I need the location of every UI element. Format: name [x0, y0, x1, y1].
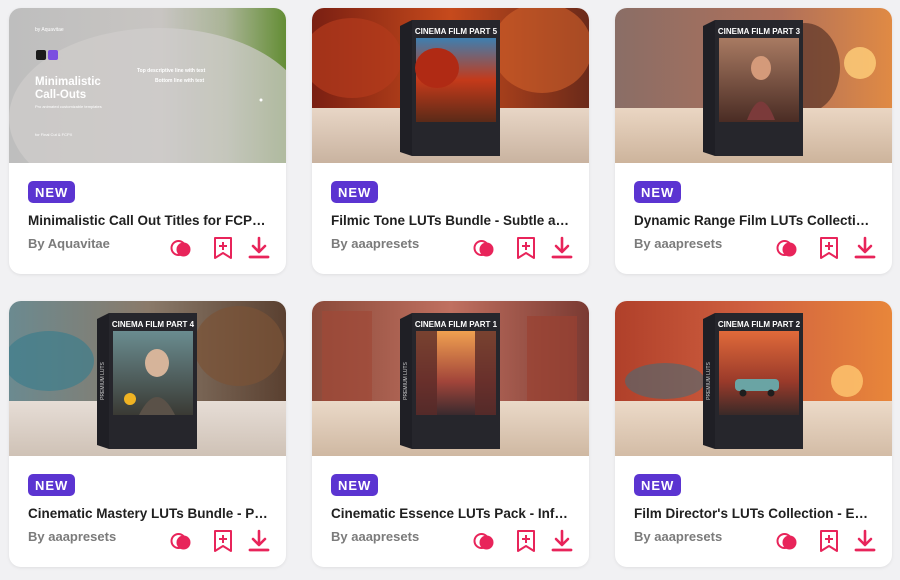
- product-card[interactable]: CINEMA FILM PART 2 PREMIUM LUTS NEW Film…: [615, 301, 892, 567]
- bookmark-add-icon[interactable]: [210, 235, 236, 261]
- product-thumbnail[interactable]: CINEMA FILM PART 1 PREMIUM LUTS: [312, 301, 589, 456]
- box-title: CINEMA FILM PART 3: [718, 27, 801, 36]
- download-icon[interactable]: [852, 528, 878, 554]
- box-title: CINEMA FILM PART 2: [718, 320, 801, 329]
- box-spine-text: PREMIUM LUTS: [403, 361, 409, 399]
- product-card[interactable]: CINEMA FILM PART 4 PREMIUM LUTS NEW Cine…: [9, 301, 286, 567]
- thumb-subtitle: Pro animated customizable templates: [35, 104, 102, 109]
- new-badge: NEW: [28, 474, 76, 496]
- thumb-heading-2: Call-Outs: [35, 89, 86, 101]
- box-title: CINEMA FILM PART 5: [415, 27, 498, 36]
- new-badge: NEW: [331, 474, 379, 496]
- compare-icon[interactable]: [774, 528, 800, 554]
- thumb-footer: for Final Cut & FCPX: [35, 132, 73, 137]
- download-icon[interactable]: [549, 235, 575, 261]
- product-title[interactable]: Film Director's LUTs Collection - Ess...: [634, 506, 874, 521]
- download-icon[interactable]: [246, 528, 272, 554]
- thumb-corner-text: by Aquavitae: [35, 27, 64, 33]
- product-author[interactable]: By aaapresets: [28, 529, 116, 544]
- compare-icon[interactable]: [471, 528, 497, 554]
- product-author[interactable]: By aaapresets: [331, 529, 419, 544]
- download-icon[interactable]: [549, 528, 575, 554]
- product-thumbnail[interactable]: by Aquavitae Minimalistic Call-Outs Pro …: [9, 8, 286, 163]
- thumb-line-1: Top descriptive line with text: [137, 68, 206, 74]
- compare-icon[interactable]: [774, 235, 800, 261]
- product-author[interactable]: By aaapresets: [634, 236, 722, 251]
- product-title[interactable]: Cinematic Essence LUTs Pack - Infus...: [331, 506, 571, 521]
- thumb-heading-1: Minimalistic: [35, 76, 101, 88]
- product-title[interactable]: Dynamic Range Film LUTs Collectio...: [634, 213, 874, 228]
- product-thumbnail[interactable]: CINEMA FILM PART 4 PREMIUM LUTS: [9, 301, 286, 456]
- thumb-line-2: Bottom line with text: [155, 78, 205, 84]
- new-badge: NEW: [634, 181, 682, 203]
- box-title: CINEMA FILM PART 4: [112, 320, 195, 329]
- product-card[interactable]: CINEMA FILM PART 1 PREMIUM LUTS NEW Cine…: [312, 301, 589, 567]
- download-icon[interactable]: [246, 235, 272, 261]
- product-author[interactable]: By Aquavitae: [28, 236, 110, 251]
- bookmark-add-icon[interactable]: [816, 235, 842, 261]
- bookmark-add-icon[interactable]: [210, 528, 236, 554]
- download-icon[interactable]: [852, 235, 878, 261]
- box-title: CINEMA FILM PART 1: [415, 320, 498, 329]
- product-card[interactable]: CINEMA FILM PART 5 NEW Filmic Tone LUTs …: [312, 8, 589, 274]
- new-badge: NEW: [331, 181, 379, 203]
- product-author[interactable]: By aaapresets: [634, 529, 722, 544]
- compare-icon[interactable]: [471, 235, 497, 261]
- product-card[interactable]: CINEMA FILM PART 3 NEW Dynamic Range Fil…: [615, 8, 892, 274]
- product-title[interactable]: Filmic Tone LUTs Bundle - Subtle an...: [331, 213, 571, 228]
- product-author[interactable]: By aaapresets: [331, 236, 419, 251]
- product-title[interactable]: Cinematic Mastery LUTs Bundle - Pr...: [28, 506, 268, 521]
- box-spine-text: PREMIUM LUTS: [100, 361, 106, 399]
- bookmark-add-icon[interactable]: [816, 528, 842, 554]
- product-grid: by Aquavitae Minimalistic Call-Outs Pro …: [0, 0, 900, 580]
- bookmark-add-icon[interactable]: [513, 235, 539, 261]
- compare-icon[interactable]: [168, 528, 194, 554]
- product-thumbnail[interactable]: CINEMA FILM PART 2 PREMIUM LUTS: [615, 301, 892, 456]
- new-badge: NEW: [634, 474, 682, 496]
- product-title[interactable]: Minimalistic Call Out Titles for FCPX...: [28, 213, 268, 228]
- product-thumbnail[interactable]: CINEMA FILM PART 3: [615, 8, 892, 163]
- bookmark-add-icon[interactable]: [513, 528, 539, 554]
- product-card[interactable]: by Aquavitae Minimalistic Call-Outs Pro …: [9, 8, 286, 274]
- compare-icon[interactable]: [168, 235, 194, 261]
- box-spine-text: PREMIUM LUTS: [706, 361, 712, 399]
- product-thumbnail[interactable]: CINEMA FILM PART 5: [312, 8, 589, 163]
- new-badge: NEW: [28, 181, 76, 203]
